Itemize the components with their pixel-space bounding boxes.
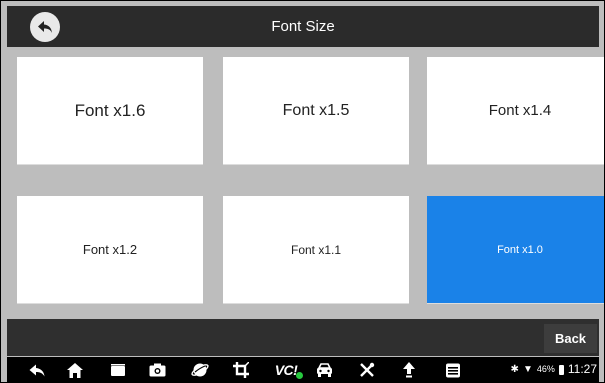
clock: 11:27	[567, 362, 597, 376]
font-tile-1-6[interactable]: Font x1.6	[17, 57, 203, 165]
browser-icon[interactable]	[190, 360, 210, 380]
home-icon[interactable]	[65, 360, 85, 380]
bluetooth-icon: ✱	[510, 364, 519, 375]
crop-icon[interactable]	[231, 360, 251, 380]
vci-icon[interactable]: VC!	[271, 360, 303, 380]
font-tile-1-4[interactable]: Font x1.4	[427, 57, 604, 165]
screen: Font Size Font x1.6 Font x1.5 Font x1.4 …	[0, 0, 605, 383]
tools-icon[interactable]	[357, 360, 377, 380]
page-title: Font Size	[271, 18, 335, 35]
action-bar: Back	[7, 319, 599, 356]
wifi-icon: ▼	[522, 364, 533, 375]
recent-apps-icon[interactable]	[108, 360, 128, 380]
vci-label: VC!	[274, 362, 298, 378]
font-tile-label: Font x1.6	[74, 100, 146, 120]
back-arrow-icon	[38, 21, 52, 33]
battery-icon	[558, 364, 564, 375]
font-tile-label: Font x1.2	[82, 242, 138, 257]
camera-icon[interactable]	[147, 360, 167, 380]
back-button[interactable]	[30, 12, 60, 42]
menu-list-icon[interactable]	[443, 360, 463, 380]
font-tile-1-2[interactable]: Font x1.2	[17, 196, 203, 304]
font-tile-1-1[interactable]: Font x1.1	[223, 196, 409, 304]
navigation-bar: VC! ✱ ▼ 46% 11:27	[7, 357, 599, 382]
title-bar: Font Size	[7, 6, 599, 47]
upload-icon[interactable]	[399, 360, 419, 380]
font-size-grid: Font x1.6 Font x1.5 Font x1.4 Font x1.2 …	[7, 47, 604, 318]
font-tile-label: Font x1.1	[290, 242, 342, 257]
battery-percent: 46%	[536, 364, 555, 374]
vci-connected-icon	[296, 372, 303, 379]
font-tile-label: Font x1.0	[497, 243, 543, 256]
back-arrow-icon[interactable]	[27, 360, 47, 380]
back-text-button[interactable]: Back	[544, 324, 597, 353]
font-tile-label: Font x1.4	[488, 102, 552, 119]
car-icon[interactable]	[314, 360, 334, 380]
font-tile-1-5[interactable]: Font x1.5	[223, 57, 409, 165]
font-tile-1-0[interactable]: Font x1.0	[427, 196, 604, 304]
font-tile-label: Font x1.5	[282, 101, 350, 119]
status-area: ✱ ▼ 46% 11:27	[511, 357, 597, 382]
